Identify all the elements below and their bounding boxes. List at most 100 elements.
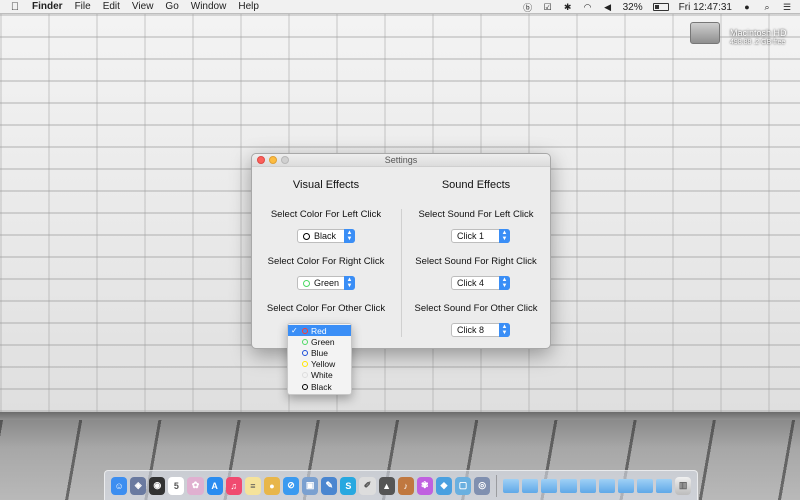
folder-2-icon[interactable] (598, 478, 615, 493)
photos-icon[interactable]: ✿ (187, 476, 204, 495)
other-click-sound-label: Select Sound For Other Click (414, 303, 538, 314)
flower-icon[interactable]: ✾ (416, 476, 433, 495)
menu-go[interactable]: Go (165, 1, 178, 12)
applications-folder-icon[interactable] (503, 478, 520, 493)
option-yellow[interactable]: Yellow (288, 359, 351, 370)
chevron-up-down-icon: ▲ ▼ (344, 229, 355, 243)
color-swatch (303, 279, 310, 287)
documents-folder-icon[interactable] (522, 478, 539, 493)
notes-icon[interactable]: ≡ (244, 476, 261, 495)
color-swatch (302, 327, 308, 334)
left-click-color-label: Select Color For Left Click (270, 209, 382, 220)
left-click-color-select[interactable]: Black ▲ ▼ (297, 229, 355, 243)
folder-4-icon[interactable] (636, 478, 653, 493)
safari-icon[interactable]: ⊘ (282, 476, 300, 495)
sync-icon[interactable]: ⓑ (523, 2, 533, 13)
volume-icon[interactable]: ◀ (603, 2, 613, 12)
chevron-up-down-icon: ▲ ▼ (499, 229, 510, 243)
option-red[interactable]: ✓ Red (288, 325, 351, 337)
right-click-color-select[interactable]: Green ▲ ▼ (297, 276, 355, 290)
status-area: ⓑ ☑ ✱ ◠ ◀ 32% Fri 12:47:31 ● ⌕ ☰ (523, 0, 792, 14)
sound-effects-heading: Sound Effects (441, 179, 511, 191)
drive-free-space: 498.88 .2 GB free (730, 39, 786, 46)
folder-icon[interactable] (579, 478, 596, 493)
select-value: Green (314, 278, 340, 288)
trash-icon[interactable]: ▥ (675, 476, 692, 495)
macintosh-hd[interactable]: Macintosh HD 498.88 .2 GB free (690, 22, 790, 46)
color-swatch (302, 383, 308, 390)
wifi-icon[interactable]: ◠ (583, 2, 593, 12)
drive-name: Macintosh HD (730, 28, 787, 38)
close-button[interactable] (257, 156, 265, 164)
right-click-sound-select[interactable]: Click 4 ▲ ▼ (451, 276, 510, 290)
option-label: Green (311, 336, 335, 347)
finder-icon[interactable]: ☺ (111, 476, 128, 495)
other-click-color-dropdown: ✓ Red Green Blue Yellow White Black (287, 323, 352, 395)
spotlight-search-icon[interactable]: ⌕ (762, 2, 772, 12)
menu-finder[interactable]: Finder (32, 1, 63, 12)
hard-drive-icon[interactable] (690, 22, 720, 44)
column-divider (401, 209, 402, 337)
apple-icon[interactable]:  (10, 1, 20, 13)
color-swatch (302, 372, 308, 379)
option-blue[interactable]: Blue (288, 347, 351, 358)
dock-separator (496, 474, 498, 497)
desktop-folder-icon[interactable] (560, 478, 577, 493)
utility-icon[interactable]: ◎ (474, 476, 491, 495)
dashboard-icon[interactable]: ◉ (149, 476, 166, 495)
right-click-sound-label: Select Sound For Right Click (415, 256, 537, 267)
option-black[interactable]: Black (288, 381, 351, 392)
clock[interactable]: Fri 12:47:31 (679, 2, 732, 13)
minimize-button[interactable] (269, 156, 277, 164)
launchpad-icon[interactable]: ◈ (130, 476, 147, 495)
text-editor-icon[interactable]: ✐ (359, 476, 376, 495)
chevron-up-down-icon: ▲ ▼ (499, 276, 510, 290)
menu-window[interactable]: Window (191, 1, 227, 12)
xcode-icon[interactable]: ✎ (321, 476, 338, 495)
battery-icon[interactable] (652, 3, 669, 11)
option-label: White (311, 370, 333, 381)
notification-center-icon[interactable]: ☰ (782, 2, 792, 12)
select-value: Click 4 (457, 278, 485, 288)
right-click-color-label: Select Color For Right Click (267, 256, 385, 267)
app-store-icon[interactable]: A (206, 476, 223, 495)
color-swatch (302, 349, 308, 356)
color-swatch (302, 361, 308, 368)
other-click-sound-select[interactable]: Click 8 ▲ ▼ (451, 323, 510, 337)
zoom-button[interactable] (281, 156, 289, 164)
box-icon[interactable]: ▢ (454, 476, 472, 495)
downloads-folder-icon[interactable] (541, 478, 558, 493)
guitar-icon[interactable]: ♪ (397, 476, 414, 495)
visual-effects-heading: Visual Effects (292, 179, 360, 191)
dock: ☺ ◈ ◉ 5 ✿ A ♫ ≡ ● ⊘ ▣ ✎ S ✐ ▲ ♪ ✾ ◆ ▢ ◎ ▥ (104, 470, 698, 500)
user-icon[interactable]: ● (742, 2, 752, 12)
chrome-icon[interactable]: ● (263, 476, 280, 495)
skype-icon[interactable]: S (340, 476, 357, 495)
itunes-icon[interactable]: ♫ (225, 476, 242, 495)
menu-help[interactable]: Help (238, 1, 259, 12)
battery-percent[interactable]: 32% (623, 2, 643, 13)
menu-file[interactable]: File (75, 1, 91, 12)
rocket-icon[interactable]: ▲ (378, 476, 395, 495)
option-white[interactable]: White (288, 370, 351, 381)
option-label: Yellow (311, 359, 336, 370)
title-bar[interactable]: Settings (252, 154, 550, 167)
dropbox-icon[interactable]: ◆ (435, 476, 452, 495)
select-value: Click 1 (457, 231, 485, 241)
calendar-icon[interactable]: 5 (168, 476, 185, 495)
other-click-color-label: Select Color For Other Click (266, 303, 386, 314)
folder-3-icon[interactable] (617, 478, 634, 493)
option-green[interactable]: Green (288, 336, 351, 347)
menu-edit[interactable]: Edit (103, 1, 120, 12)
preview-icon[interactable]: ▣ (302, 476, 319, 495)
option-label: Black (311, 381, 332, 392)
bluetooth-icon[interactable]: ✱ (563, 2, 573, 12)
option-label: Blue (311, 347, 329, 358)
window-title: Settings (384, 155, 418, 165)
select-value: Click 8 (457, 325, 485, 335)
folder-5-icon[interactable] (655, 478, 673, 493)
checkbox-icon[interactable]: ☑ (543, 2, 553, 12)
menu-view[interactable]: View (132, 1, 154, 12)
chevron-up-down-icon: ▲ ▼ (344, 276, 355, 290)
left-click-sound-select[interactable]: Click 1 ▲ ▼ (451, 229, 510, 243)
